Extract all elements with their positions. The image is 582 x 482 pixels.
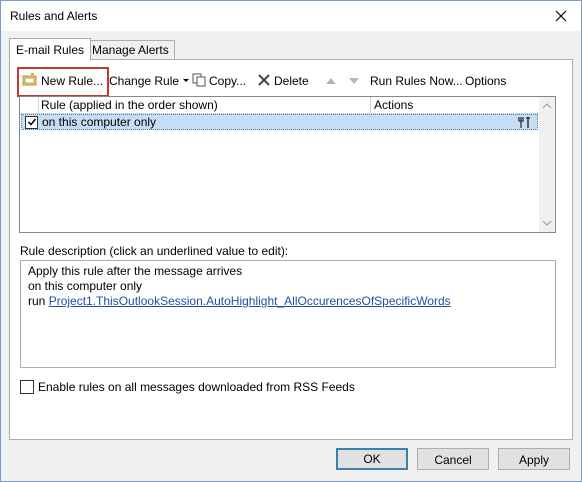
- rule-description-label: Rule description (click an underlined va…: [20, 244, 289, 258]
- arrow-down-icon: [349, 78, 359, 84]
- run-rules-now-label: Run Rules Now...: [370, 74, 463, 88]
- new-rule-icon: [22, 72, 38, 90]
- ok-button[interactable]: OK: [336, 448, 408, 470]
- scroll-up-icon: [542, 103, 552, 109]
- rules-list-header: Rule (applied in the order shown) Action…: [20, 97, 539, 114]
- close-button[interactable]: [549, 5, 573, 27]
- tab-email-rules[interactable]: E-mail Rules: [9, 38, 91, 61]
- checkmark-icon: [27, 118, 36, 126]
- rule-description-box: Apply this rule after the message arrive…: [20, 260, 556, 368]
- rule-name: on this computer only: [42, 115, 157, 129]
- header-separator: [370, 97, 371, 113]
- run-rules-now-button[interactable]: Run Rules Now...: [370, 72, 463, 90]
- rule-actions-icon: [518, 116, 532, 132]
- header-separator: [38, 97, 39, 113]
- rule-enabled-checkbox[interactable]: [25, 116, 38, 129]
- email-rules-panel: New Rule... Change Rule Copy... Delete R…: [9, 59, 573, 440]
- options-label: Options: [465, 74, 507, 88]
- change-rule-button[interactable]: Change Rule: [109, 72, 190, 90]
- rss-rules-label: Enable rules on all messages downloaded …: [38, 380, 355, 394]
- rss-rules-checkbox[interactable]: [20, 380, 34, 394]
- scroll-down-icon: [542, 220, 552, 226]
- title-bar: Rules and Alerts: [1, 1, 581, 31]
- copy-icon: [192, 73, 206, 90]
- move-up-button[interactable]: [325, 72, 337, 90]
- rss-rules-option[interactable]: Enable rules on all messages downloaded …: [20, 380, 355, 394]
- tab-manage-alerts[interactable]: Manage Alerts: [85, 40, 175, 61]
- delete-icon: [257, 73, 271, 90]
- delete-button[interactable]: Delete: [257, 72, 309, 90]
- chevron-down-icon: [183, 79, 190, 82]
- run-prefix: run: [28, 294, 46, 308]
- arrow-up-icon: [326, 78, 336, 84]
- rules-list[interactable]: Rule (applied in the order shown) Action…: [19, 96, 556, 233]
- table-row[interactable]: on this computer only: [21, 114, 538, 130]
- window-title: Rules and Alerts: [10, 9, 98, 23]
- description-line: Apply this rule after the message arrive…: [28, 264, 243, 278]
- options-button[interactable]: Options: [465, 72, 506, 90]
- move-down-button[interactable]: [348, 72, 360, 90]
- column-header-actions[interactable]: Actions: [374, 97, 413, 113]
- cancel-button[interactable]: Cancel: [417, 448, 489, 470]
- change-rule-label: Change Rule: [109, 74, 180, 88]
- rules-and-alerts-dialog: Rules and Alerts E-mail Rules Manage Ale…: [0, 0, 582, 482]
- copy-button[interactable]: Copy...: [192, 72, 246, 90]
- new-rule-label: New Rule...: [41, 74, 104, 88]
- column-header-rule[interactable]: Rule (applied in the order shown): [41, 97, 218, 113]
- new-rule-button[interactable]: New Rule...: [22, 72, 103, 90]
- script-link[interactable]: Project1.ThisOutlookSession.AutoHighligh…: [49, 294, 451, 308]
- rules-list-scrollbar[interactable]: [539, 97, 555, 232]
- close-icon: [555, 10, 567, 22]
- apply-button[interactable]: Apply: [498, 448, 570, 470]
- copy-label: Copy...: [209, 74, 247, 88]
- description-line: on this computer only: [28, 279, 143, 293]
- delete-label: Delete: [274, 74, 309, 88]
- description-run-line: run Project1.ThisOutlookSession.AutoHigh…: [28, 294, 451, 308]
